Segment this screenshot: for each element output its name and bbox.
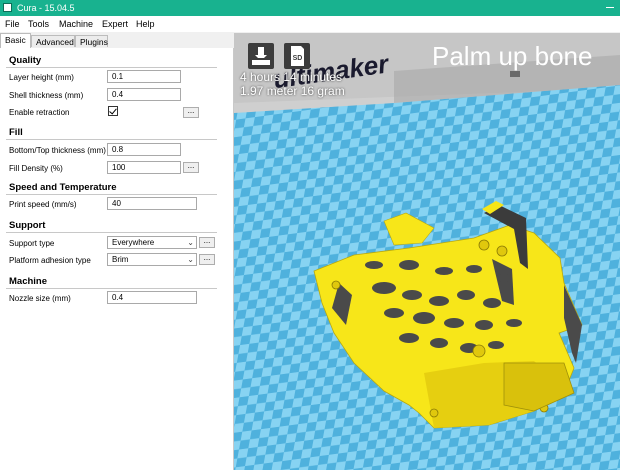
print-speed-label: Print speed (mm/s)	[9, 200, 77, 209]
fill-density-more-button[interactable]: ...	[183, 162, 199, 173]
title-bar: Cura - 15.04.5	[0, 0, 620, 16]
3d-viewport[interactable]: ultimaker SD 4 hours 14 minutes 1.97 met…	[234, 33, 620, 470]
settings-tabs: Basic Advanced Plugins	[0, 33, 236, 49]
platform-adhesion-label: Platform adhesion type	[9, 256, 91, 265]
filament-usage: 1.97 meter 16 gram	[240, 84, 345, 98]
save-to-sd-button[interactable]: SD	[284, 43, 310, 69]
shell-thickness-input[interactable]	[107, 88, 181, 101]
section-divider	[6, 288, 217, 289]
section-divider	[6, 232, 217, 233]
nozzle-size-label: Nozzle size (mm)	[9, 294, 71, 303]
menu-help[interactable]: Help	[136, 19, 155, 29]
support-type-more-button[interactable]: ...	[199, 237, 215, 248]
section-machine-title: Machine	[9, 276, 48, 287]
check-icon	[109, 106, 117, 115]
print-time-estimate: 4 hours 14 minutes	[240, 70, 343, 84]
chevron-down-icon: ⌄	[187, 255, 194, 264]
chevron-down-icon: ⌄	[187, 238, 194, 247]
print-speed-input[interactable]	[107, 197, 197, 210]
section-speed-title: Speed and Temperature	[9, 182, 117, 193]
build-scene: ultimaker	[234, 33, 620, 470]
support-type-label: Support type	[9, 239, 55, 248]
nozzle-size-input[interactable]	[107, 291, 197, 304]
support-type-select[interactable]: Everywhere ⌄	[107, 236, 197, 249]
model-name: Palm up bone	[432, 41, 593, 71]
bottom-top-thickness-input[interactable]	[107, 143, 181, 156]
printer-icon	[252, 47, 270, 65]
fill-density-input[interactable]	[107, 161, 181, 174]
menu-machine[interactable]: Machine	[59, 19, 93, 29]
minimize-icon[interactable]	[606, 3, 614, 11]
menu-bar: File Tools Machine Expert Help	[0, 16, 620, 32]
section-support-title: Support	[9, 220, 46, 231]
settings-panel: Quality Layer height (mm) Shell thicknes…	[0, 48, 234, 470]
section-divider	[6, 194, 217, 195]
layer-height-label: Layer height (mm)	[9, 73, 74, 82]
platform-adhesion-value: Brim	[112, 255, 129, 264]
fill-density-label: Fill Density (%)	[9, 164, 63, 173]
shell-thickness-label: Shell thickness (mm)	[9, 91, 84, 100]
menu-tools[interactable]: Tools	[28, 19, 49, 29]
menu-expert[interactable]: Expert	[102, 19, 128, 29]
bottom-top-thickness-label: Bottom/Top thickness (mm)	[9, 146, 106, 155]
retraction-label: Enable retraction	[9, 108, 70, 117]
platform-adhesion-more-button[interactable]: ...	[199, 254, 215, 265]
tab-plugins[interactable]: Plugins	[75, 35, 108, 47]
load-model-button[interactable]	[248, 43, 274, 69]
section-divider	[6, 67, 217, 68]
sd-card-icon: SD	[291, 46, 304, 66]
window-title: Cura - 15.04.5	[17, 3, 75, 13]
retraction-more-button[interactable]: ...	[183, 107, 199, 118]
cura-app-icon	[3, 3, 12, 12]
section-divider	[6, 139, 217, 140]
menu-file[interactable]: File	[5, 19, 20, 29]
svg-text:SD: SD	[293, 55, 303, 62]
tab-basic[interactable]: Basic	[0, 33, 31, 48]
section-fill-title: Fill	[9, 127, 23, 138]
support-type-value: Everywhere	[112, 238, 155, 247]
platform-adhesion-select[interactable]: Brim ⌄	[107, 253, 197, 266]
layer-height-input[interactable]	[107, 70, 181, 83]
tab-advanced[interactable]: Advanced	[31, 35, 75, 47]
retraction-checkbox[interactable]	[108, 106, 118, 116]
section-quality-title: Quality	[9, 55, 42, 66]
